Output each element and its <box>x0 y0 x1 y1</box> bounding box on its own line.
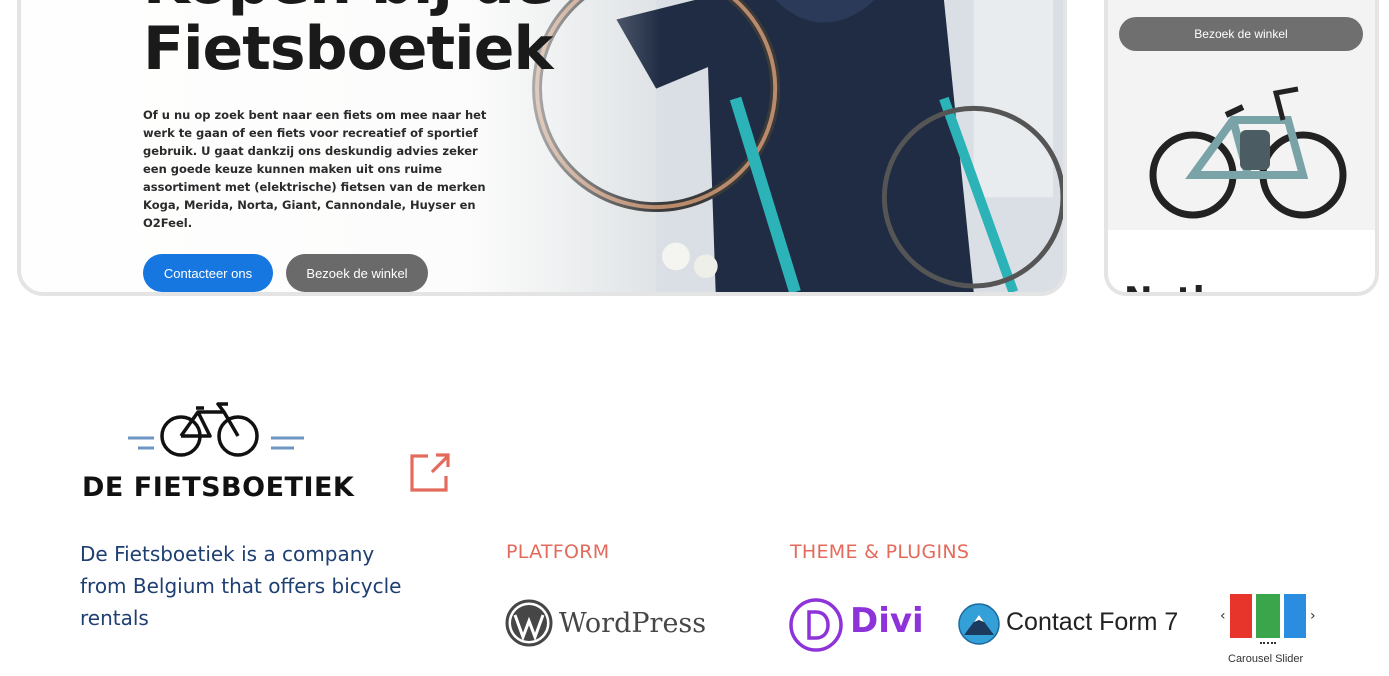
fietsboetiek-logo: DE FIETSBOETIEK <box>80 400 360 510</box>
logo-text: DE FIETSBOETIEK <box>82 472 355 503</box>
mountain-icon <box>958 603 1000 645</box>
slide-green <box>1256 594 1280 638</box>
hero-text: Of u nu op zoek bent naar een fiets om m… <box>143 108 487 230</box>
carousel-slider-logo: ‹ › Carousel Slider <box>1218 592 1318 672</box>
side-card-heading: Nutl... <box>1124 280 1243 292</box>
project-description: De Fietsboetiek is a company from Belgiu… <box>80 542 402 630</box>
external-link-icon[interactable] <box>408 452 452 494</box>
platform-label: PLATFORM <box>506 541 610 563</box>
divi-text: Divi <box>850 601 924 641</box>
divi-icon <box>789 598 843 652</box>
slide-blue <box>1284 594 1306 638</box>
side-visit-store-button[interactable]: Bezoek de winkel <box>1119 17 1363 51</box>
hero-title-line2: Fietsboetiek <box>143 14 553 84</box>
slide-red <box>1230 594 1252 638</box>
contact-form-7-text: Contact Form 7 <box>1006 608 1179 636</box>
theme-plugins-label: THEME & PLUGINS <box>790 541 970 563</box>
hero-title: Kopen bij de Fietsboetiek <box>143 0 555 84</box>
visit-store-button[interactable]: Bezoek de winkel <box>286 254 428 292</box>
ebike-image <box>1149 86 1347 219</box>
chevron-right-icon: › <box>1310 608 1316 624</box>
carousel-slider-text: Carousel Slider <box>1228 653 1304 665</box>
wordpress-logo: WordPress <box>505 598 715 648</box>
contact-form-7-logo: Contact Form 7 <box>958 602 1188 646</box>
hero-card: Kopen bij de Fietsboetiek Of u nu op zoe… <box>17 0 1067 296</box>
contact-button[interactable]: Contacteer ons <box>143 254 273 292</box>
wordpress-icon <box>505 599 553 647</box>
divi-logo: Divi <box>788 597 928 653</box>
carousel-dots <box>1260 642 1276 646</box>
chevron-left-icon: ‹ <box>1220 608 1226 624</box>
side-card: Bezoek de winkel Nutl... <box>1104 0 1379 296</box>
bicycle-icon <box>128 402 304 457</box>
wordpress-text: WordPress <box>559 608 707 639</box>
